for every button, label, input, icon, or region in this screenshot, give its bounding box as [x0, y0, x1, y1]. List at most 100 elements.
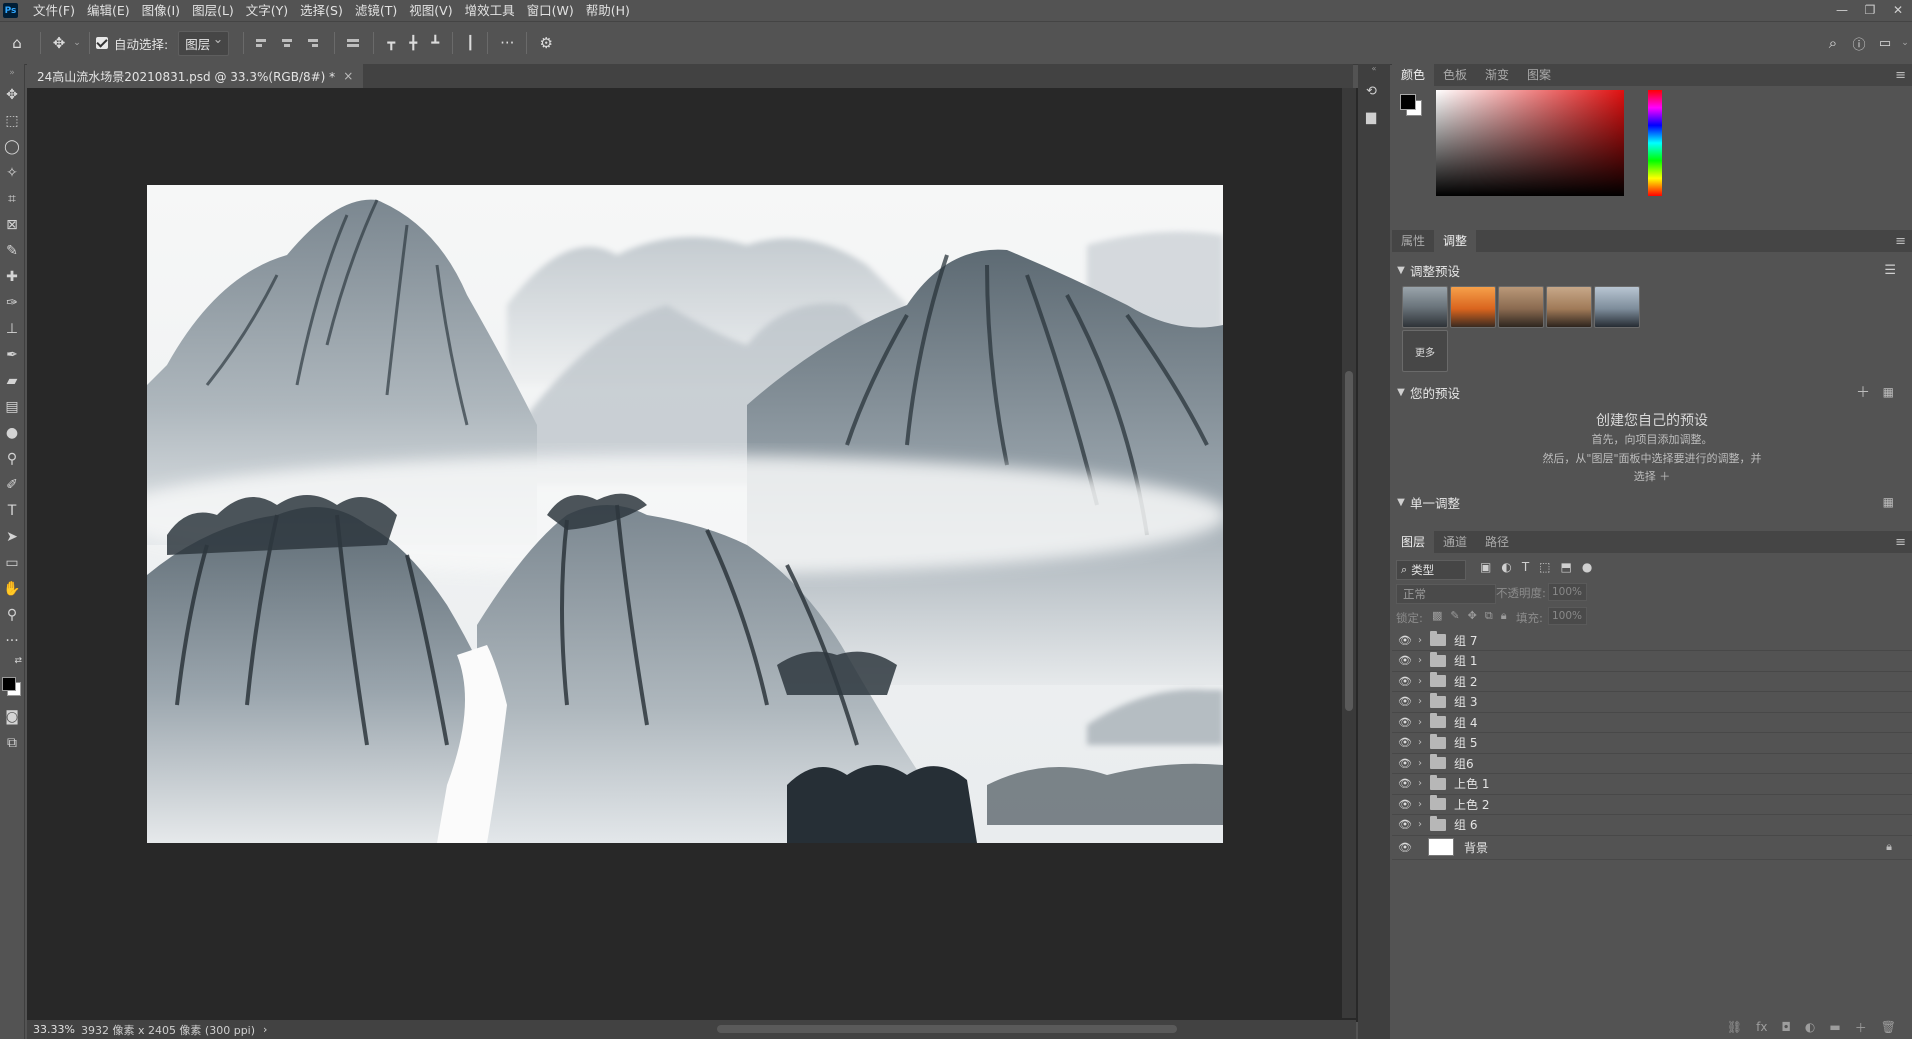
preset-thumbnail-warm[interactable] — [1450, 286, 1496, 328]
adjustment-icon[interactable]: ◐ — [1805, 1020, 1815, 1034]
close-tab-icon[interactable]: × — [343, 69, 353, 83]
menu-item-2[interactable]: 图像(I) — [136, 0, 186, 21]
gear-icon[interactable]: ⚙ — [533, 34, 559, 52]
shape-filter-icon[interactable]: ⬚ — [1539, 560, 1550, 574]
hand-tool-icon[interactable]: ✋ — [0, 576, 24, 602]
more-options-icon[interactable]: ··· — [494, 34, 520, 52]
foreground-color-swatch[interactable] — [2, 677, 16, 691]
artwork-canvas[interactable] — [147, 185, 1223, 843]
tab-color[interactable]: 颜色 — [1392, 64, 1435, 86]
panel-menu-icon[interactable]: ≡ — [1895, 535, 1906, 550]
zoom-level[interactable]: 33.33% — [27, 1023, 81, 1036]
preset-thumbnail-cool[interactable] — [1594, 286, 1640, 328]
smart-object-filter-icon[interactable]: ⬒ — [1561, 560, 1572, 574]
list-view-icon[interactable]: ☰ — [1884, 263, 1896, 278]
lock-artboard-icon[interactable]: ⧉ — [1485, 609, 1493, 623]
type-tool-icon[interactable]: T — [0, 498, 24, 524]
expand-group-icon[interactable]: › — [1414, 799, 1426, 810]
expand-group-icon[interactable]: › — [1414, 696, 1426, 707]
panel-menu-icon[interactable]: ≡ — [1895, 234, 1906, 249]
comments-icon[interactable]: ▆ — [1366, 110, 1376, 125]
image-filter-icon[interactable]: ▣ — [1480, 560, 1491, 574]
visibility-eye-icon[interactable]: 👁︎ — [1396, 818, 1414, 831]
stamp-tool-icon[interactable]: ⊥ — [0, 316, 24, 342]
home-icon[interactable]: ⌂ — [0, 34, 34, 52]
preset-thumbnail-bw[interactable] — [1402, 286, 1448, 328]
blend-mode-select[interactable]: 正常 — [1396, 584, 1496, 604]
healing-brush-tool-icon[interactable]: ✚ — [0, 264, 24, 290]
grid-view-icon[interactable]: ▦ — [1883, 495, 1894, 509]
expand-group-icon[interactable]: › — [1414, 717, 1426, 728]
color-swatch-pair[interactable] — [1398, 92, 1424, 118]
minimize-button[interactable]: — — [1828, 0, 1856, 21]
align-top-icon[interactable]: ┳ — [380, 36, 402, 51]
preset-thumbnail-sepia[interactable] — [1498, 286, 1544, 328]
crop-tool-icon[interactable]: ⌗ — [0, 186, 24, 212]
pen-tool-icon[interactable]: ✐ — [0, 472, 24, 498]
expand-group-icon[interactable]: › — [1414, 778, 1426, 789]
eraser-tool-icon[interactable]: ▰ — [0, 368, 24, 394]
layer-row[interactable]: 👁︎ › 组 5 — [1392, 733, 1912, 754]
workspace-icon[interactable]: ▭ — [1872, 36, 1898, 51]
menu-item-1[interactable]: 编辑(E) — [81, 0, 136, 21]
eyedropper-tool-icon[interactable]: ✎ — [0, 238, 24, 264]
visibility-eye-icon[interactable]: 👁︎ — [1396, 654, 1414, 667]
menu-item-8[interactable]: 增效工具 — [459, 0, 521, 21]
move-tool-icon[interactable]: ✥ — [0, 82, 24, 108]
blur-tool-icon[interactable]: ● — [0, 420, 24, 446]
frame-tool-icon[interactable]: ⊠ — [0, 212, 24, 238]
dodge-tool-icon[interactable]: ⚲ — [0, 446, 24, 472]
gradient-tool-icon[interactable]: ▤ — [0, 394, 24, 420]
canvas-area[interactable] — [27, 88, 1367, 1022]
document-tab[interactable]: 24高山流水场景20210831.psd @ 33.3%(RGB/8#) * × — [27, 64, 364, 88]
visibility-eye-icon[interactable]: 👁︎ — [1396, 757, 1414, 770]
visibility-eye-icon[interactable]: 👁︎ — [1396, 634, 1414, 647]
vertical-scroll-thumb[interactable] — [1345, 371, 1353, 711]
layer-row[interactable]: 👁︎ › 组6 — [1392, 753, 1912, 774]
layer-row[interactable]: 👁︎ › 组 7 — [1392, 630, 1912, 651]
preset-thumbnail-vintage[interactable] — [1546, 286, 1592, 328]
auto-select-target-select[interactable]: 图层 — [178, 30, 230, 56]
lock-paint-icon[interactable]: ✎ — [1450, 609, 1459, 623]
menu-item-7[interactable]: 视图(V) — [403, 0, 458, 21]
menu-item-5[interactable]: 选择(S) — [294, 0, 349, 21]
expand-group-icon[interactable]: › — [1414, 758, 1426, 769]
fx-icon[interactable]: fx — [1756, 1020, 1767, 1034]
menu-item-9[interactable]: 窗口(W) — [521, 0, 580, 21]
single-adjustment-header[interactable]: ▼ 单一调整 ▦ — [1392, 492, 1912, 512]
search-icon[interactable]: ⌕ — [1820, 34, 1846, 52]
distribute-v-icon[interactable]: ┃ — [459, 36, 481, 51]
layer-row[interactable]: 👁︎ › 上色 1 — [1392, 774, 1912, 795]
visibility-eye-icon[interactable]: 👁︎ — [1396, 798, 1414, 811]
lock-transparent-icon[interactable]: ▩ — [1432, 609, 1442, 623]
menu-item-10[interactable]: 帮助(H) — [580, 0, 636, 21]
panel-menu-icon[interactable]: ≡ — [1895, 68, 1906, 83]
collapse-panels-icon[interactable]: « — [1358, 64, 1390, 74]
menu-item-0[interactable]: 文件(F) — [27, 0, 81, 21]
layer-row[interactable]: 👁︎ › 组 1 — [1392, 651, 1912, 672]
swap-colors-icon[interactable]: ⇄ — [0, 654, 24, 674]
chevron-down-icon[interactable]: ⌄ — [71, 38, 83, 48]
visibility-eye-icon[interactable]: 👁︎ — [1396, 695, 1414, 708]
add-preset-icon[interactable]: ＋ — [1856, 382, 1870, 402]
layer-row[interactable]: 👁︎ 背景 🔒︎ — [1392, 835, 1912, 860]
layer-row[interactable]: 👁︎ › 上色 2 — [1392, 794, 1912, 815]
expand-group-icon[interactable]: › — [1414, 819, 1426, 830]
tab-patterns[interactable]: 图案 — [1518, 64, 1560, 86]
align-center-h-icon[interactable] — [282, 36, 296, 50]
auto-select-checkbox[interactable] — [96, 37, 108, 49]
color-picker-field[interactable] — [1436, 90, 1624, 196]
expand-group-icon[interactable]: › — [1414, 655, 1426, 666]
adjustment-presets-header[interactable]: ▼ 调整预设 ☰ — [1392, 260, 1912, 280]
lock-position-icon[interactable]: ✥ — [1468, 609, 1477, 623]
expand-group-icon[interactable]: › — [1414, 635, 1426, 646]
lock-all-icon[interactable]: 🔒︎ — [1501, 609, 1507, 623]
path-selection-tool-icon[interactable]: ➤ — [0, 524, 24, 550]
collapse-icon[interactable]: » — [0, 64, 24, 82]
status-arrow-icon[interactable]: › — [263, 1023, 267, 1036]
tab-swatches[interactable]: 色板 — [1434, 64, 1476, 86]
marquee-tool-icon[interactable]: ⬚ — [0, 108, 24, 134]
visibility-eye-icon[interactable]: 👁︎ — [1396, 675, 1414, 688]
layer-filter-select[interactable]: ⌕ 类型 — [1396, 560, 1466, 580]
align-right-icon[interactable] — [308, 36, 322, 50]
